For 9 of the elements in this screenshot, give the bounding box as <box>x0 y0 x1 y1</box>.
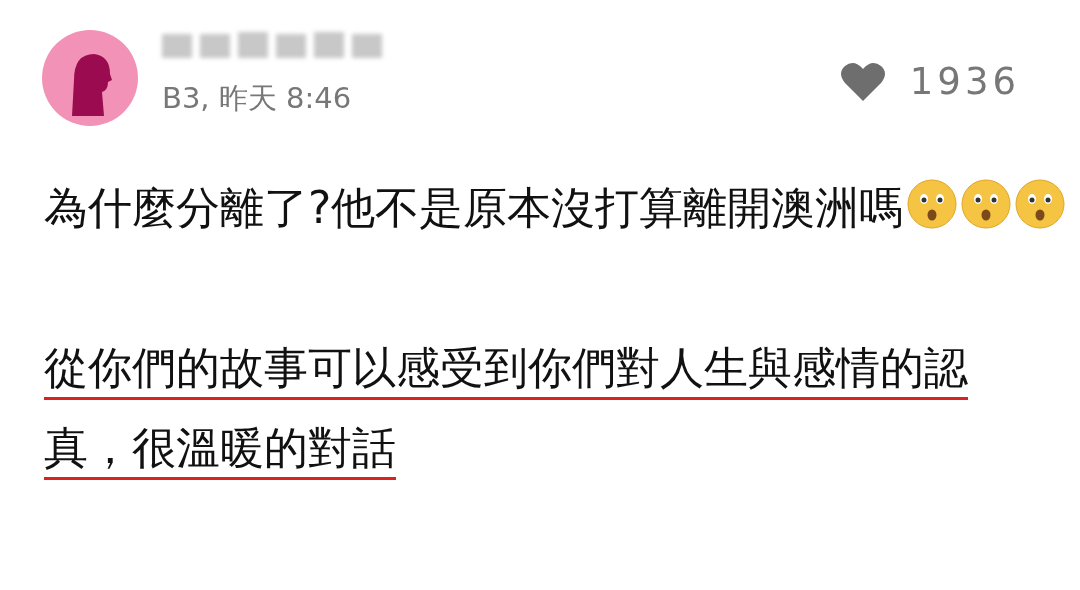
comment-text: 從你們的故事可以感受到你們對人生與感情的認真，很溫暖的對話 <box>44 341 969 475</box>
like-count: 1936 <box>909 59 1020 105</box>
surprised-emoji-icon <box>1015 179 1066 229</box>
surprised-emoji-icon <box>961 179 1012 229</box>
avatar[interactable] <box>42 30 138 126</box>
comment-meta: B3, 昨天 8:46 <box>162 84 353 113</box>
surprised-emoji-icon <box>907 179 958 229</box>
comment-text: 為什麼分離了?他不是原本沒打算離開澳洲嗎 <box>44 168 1074 248</box>
heart-icon[interactable] <box>839 60 886 103</box>
